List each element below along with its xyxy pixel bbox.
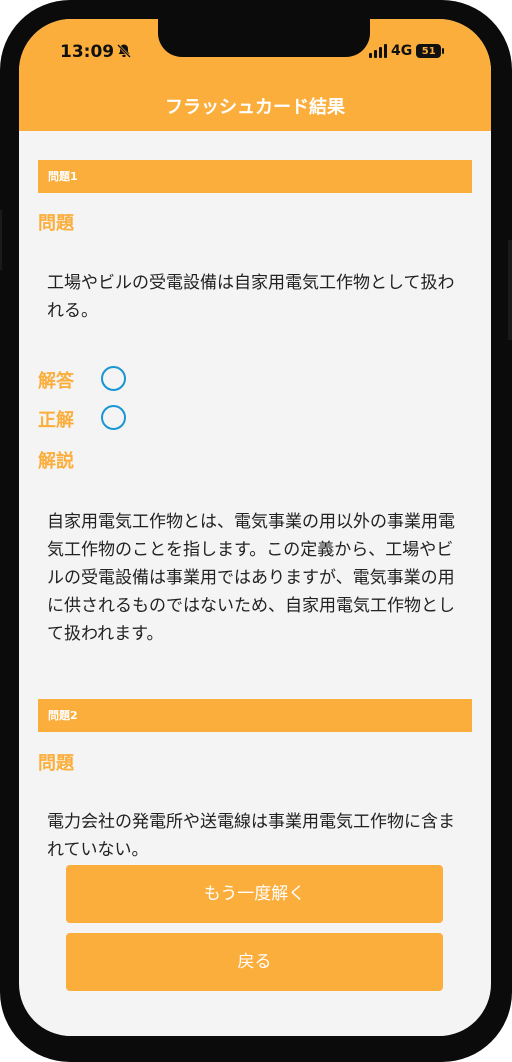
question-label: 問題: [38, 753, 74, 774]
question-label: 問題: [38, 213, 74, 234]
header: 13:09 4G 51 フラッシュカード結果: [19, 19, 491, 131]
signal-icon: [369, 44, 387, 58]
screen: 13:09 4G 51 フラッシュカード結果 問題1 問題 工場やビルの受電設備…: [19, 19, 491, 1036]
explanation-text: 自家用電気工作物とは、電気事業の用以外の事業用電気工作物のことを指します。この定…: [47, 512, 455, 644]
question-header: 問題2: [38, 699, 472, 732]
side-button: [0, 210, 2, 270]
answer-label: 解答: [38, 371, 74, 392]
question-text: 工場やビルの受電設備は自家用電気工作物として扱われる。: [47, 273, 455, 321]
explanation-label: 解説: [38, 451, 74, 472]
notch: [158, 19, 370, 57]
home-indicator: [19, 1020, 491, 1036]
correct-label: 正解: [38, 410, 74, 431]
bell-slash-icon: [117, 44, 131, 58]
retry-button[interactable]: もう一度解く: [66, 865, 443, 923]
answer-circle-icon: [101, 366, 126, 391]
network-label: 4G: [391, 43, 413, 59]
battery-level: 51: [421, 45, 436, 57]
side-button: [508, 240, 512, 340]
back-button[interactable]: 戻る: [66, 933, 443, 991]
question-header: 問題1: [38, 160, 472, 193]
status-indicators: 4G 51: [369, 43, 445, 59]
question-text: 電力会社の発電所や送電線は事業用電気工作物に含まれていない。: [47, 812, 455, 860]
page-title: フラッシュカード結果: [165, 97, 345, 118]
phone-frame: 13:09 4G 51 フラッシュカード結果 問題1 問題 工場やビルの受電設備…: [0, 0, 512, 1062]
status-time: 13:09: [60, 42, 115, 62]
correct-circle-icon: [101, 405, 126, 430]
battery-icon: 51: [416, 44, 445, 58]
